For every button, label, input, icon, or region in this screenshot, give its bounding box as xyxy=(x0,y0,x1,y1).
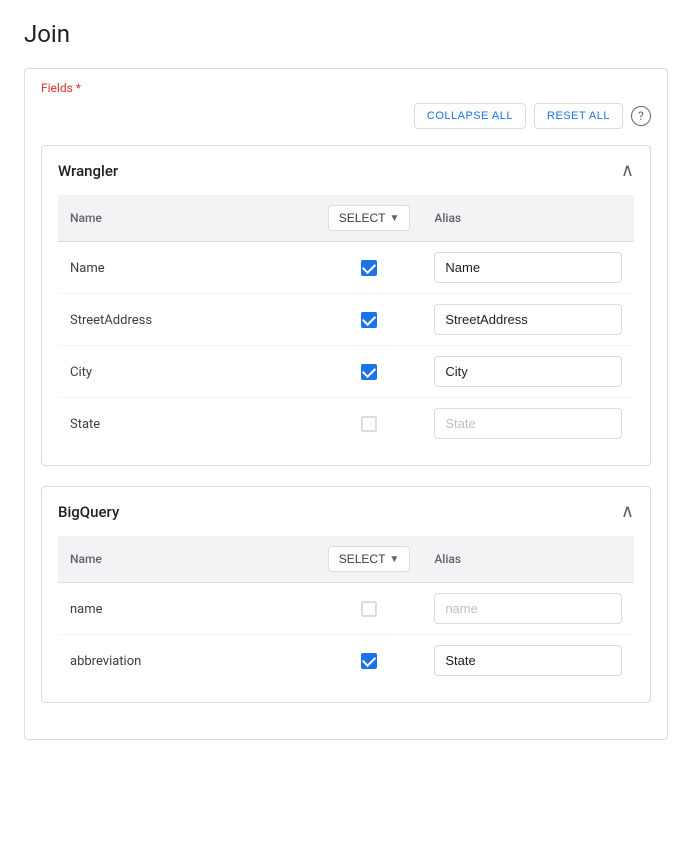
fields-label: Fields * xyxy=(41,81,651,95)
table-row: StreetAddress xyxy=(58,294,634,346)
table-row: abbreviation xyxy=(58,635,634,687)
field-alias-input-wrangler-street[interactable] xyxy=(434,304,622,335)
table-row: name xyxy=(58,583,634,635)
field-checkbox-cell-wrangler-city xyxy=(316,346,423,398)
group-body-wrangler: Name SELECT▼ Alias Name StreetAddress City Sta… xyxy=(42,195,650,465)
field-alias-cell-wrangler-state xyxy=(422,398,634,450)
field-checkbox-wrangler-name[interactable] xyxy=(361,260,377,276)
col-select-header-wrangler: SELECT▼ xyxy=(316,195,423,242)
field-name-bq-name: name xyxy=(58,583,316,635)
field-name-wrangler-street: StreetAddress xyxy=(58,294,316,346)
field-checkbox-cell-wrangler-name xyxy=(316,242,423,294)
table-row: Name xyxy=(58,242,634,294)
fields-section: Fields * COLLAPSE ALL RESET ALL ? Wrangl… xyxy=(24,68,668,740)
group-header-bigquery[interactable]: BigQuery ∧ xyxy=(42,487,650,536)
field-name-wrangler-name: Name xyxy=(58,242,316,294)
field-checkbox-wrangler-street[interactable] xyxy=(361,312,377,328)
field-checkbox-bq-abbreviation[interactable] xyxy=(361,653,377,669)
group-header-wrangler[interactable]: Wrangler ∧ xyxy=(42,146,650,195)
select-dropdown-bigquery[interactable]: SELECT▼ xyxy=(328,546,411,572)
page-title: Join xyxy=(24,20,668,48)
table-row: State xyxy=(58,398,634,450)
field-checkbox-cell-wrangler-state xyxy=(316,398,423,450)
field-alias-cell-wrangler-name xyxy=(422,242,634,294)
field-name-wrangler-state: State xyxy=(58,398,316,450)
field-alias-input-bq-name[interactable] xyxy=(434,593,622,624)
groups-container: Wrangler ∧ Name SELECT▼ Alias Name StreetAddre… xyxy=(41,145,651,703)
collapse-all-button[interactable]: COLLAPSE ALL xyxy=(414,103,526,129)
chevron-up-icon-wrangler: ∧ xyxy=(621,160,634,181)
field-alias-input-wrangler-state[interactable] xyxy=(434,408,622,439)
field-checkbox-cell-wrangler-street xyxy=(316,294,423,346)
field-name-text-wrangler-name: Name xyxy=(70,261,105,276)
field-name-bq-abbreviation: abbreviation xyxy=(58,635,316,687)
col-name-header-wrangler: Name xyxy=(58,195,316,242)
select-dropdown-wrangler[interactable]: SELECT▼ xyxy=(328,205,411,231)
group-card-wrangler: Wrangler ∧ Name SELECT▼ Alias Name StreetAddre… xyxy=(41,145,651,466)
field-alias-cell-wrangler-street xyxy=(422,294,634,346)
group-body-bigquery: Name SELECT▼ Alias name abbreviation xyxy=(42,536,650,702)
col-alias-header-bigquery: Alias xyxy=(422,536,634,583)
fields-table-bigquery: Name SELECT▼ Alias name abbreviation xyxy=(58,536,634,686)
field-checkbox-wrangler-state[interactable] xyxy=(361,416,377,432)
field-checkbox-cell-bq-abbreviation xyxy=(316,635,423,687)
group-title-wrangler: Wrangler xyxy=(58,162,118,180)
col-select-header-bigquery: SELECT▼ xyxy=(316,536,423,583)
reset-all-button[interactable]: RESET ALL xyxy=(534,103,623,129)
field-name-text-wrangler-state: State xyxy=(70,417,100,432)
table-row: City xyxy=(58,346,634,398)
field-checkbox-bq-name[interactable] xyxy=(361,601,377,617)
field-alias-cell-wrangler-city xyxy=(422,346,634,398)
toolbar: COLLAPSE ALL RESET ALL ? xyxy=(41,103,651,129)
field-checkbox-cell-bq-name xyxy=(316,583,423,635)
field-alias-input-wrangler-name[interactable] xyxy=(434,252,622,283)
col-alias-header-wrangler: Alias xyxy=(422,195,634,242)
help-icon[interactable]: ? xyxy=(631,106,651,126)
field-alias-input-bq-abbreviation[interactable] xyxy=(434,645,622,676)
group-card-bigquery: BigQuery ∧ Name SELECT▼ Alias name abbreviatio… xyxy=(41,486,651,703)
field-name-wrangler-city: City xyxy=(58,346,316,398)
field-name-text-bq-abbreviation: abbreviation xyxy=(70,654,141,669)
col-name-header-bigquery: Name xyxy=(58,536,316,583)
field-alias-input-wrangler-city[interactable] xyxy=(434,356,622,387)
field-name-text-bq-name: name xyxy=(70,602,103,617)
fields-table-wrangler: Name SELECT▼ Alias Name StreetAddress City Sta… xyxy=(58,195,634,449)
field-alias-cell-bq-name xyxy=(422,583,634,635)
group-title-bigquery: BigQuery xyxy=(58,503,119,521)
field-name-text-wrangler-city: City xyxy=(70,365,92,380)
chevron-up-icon-bigquery: ∧ xyxy=(621,501,634,522)
field-alias-cell-bq-abbreviation xyxy=(422,635,634,687)
field-checkbox-wrangler-city[interactable] xyxy=(361,364,377,380)
field-name-text-wrangler-street: StreetAddress xyxy=(70,313,152,328)
